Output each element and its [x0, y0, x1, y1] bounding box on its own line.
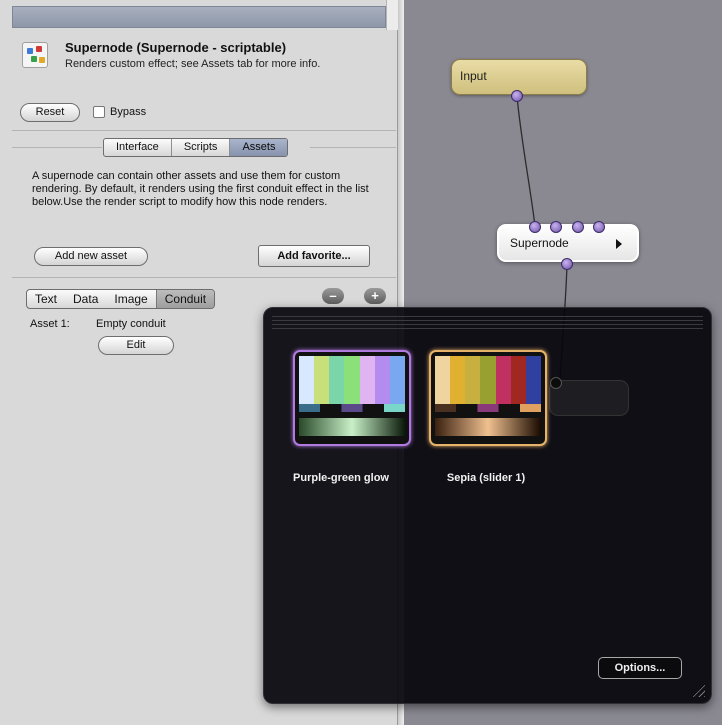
hud-title-bar[interactable]: [272, 316, 703, 330]
input-node-label: Input: [460, 69, 487, 83]
add-favorite-button[interactable]: Add favorite...: [258, 245, 370, 267]
remove-asset-button[interactable]: –: [322, 288, 344, 304]
inspector-scrollbar[interactable]: [386, 0, 398, 30]
favorite-caption: Sepia (slider 1): [446, 472, 526, 484]
favorite-caption: Purple-green glow: [293, 472, 389, 484]
resize-grip-icon[interactable]: [691, 683, 705, 697]
supernode-node-label: Supernode: [510, 236, 569, 250]
tab-assets[interactable]: Assets: [230, 139, 288, 156]
asset-type-data[interactable]: Data: [65, 290, 106, 308]
color-bars-image: [435, 356, 541, 404]
tab-scripts[interactable]: Scripts: [172, 139, 231, 156]
supernode-icon: [22, 42, 48, 68]
hud-background-port: [550, 377, 562, 389]
asset-row-value: Empty conduit: [96, 318, 166, 330]
bypass-checkbox[interactable]: [93, 106, 105, 118]
asset-type-conduit[interactable]: Conduit: [155, 290, 215, 308]
supernode-input-port[interactable]: [550, 221, 562, 233]
disclosure-arrow-icon[interactable]: [616, 239, 622, 249]
divider: [12, 277, 396, 278]
inspector-tabs: Interface Scripts Assets: [103, 138, 289, 157]
favorite-thumbnail-sepia[interactable]: [429, 350, 547, 446]
asset-row-label: Asset 1:: [30, 318, 70, 330]
inspector-header-bar: [12, 6, 386, 28]
node-description: Renders custom effect; see Assets tab fo…: [65, 58, 321, 70]
divider: [12, 147, 102, 148]
divider: [12, 130, 396, 131]
supernode-input-port[interactable]: [529, 221, 541, 233]
reset-button[interactable]: Reset: [20, 103, 80, 122]
options-button[interactable]: Options...: [598, 657, 682, 679]
add-new-asset-button[interactable]: Add new asset: [34, 247, 148, 266]
supernode-output-port[interactable]: [561, 258, 573, 270]
asset-type-text[interactable]: Text: [27, 290, 65, 308]
supernode-node[interactable]: Supernode: [497, 224, 639, 262]
assets-description: A supernode can contain other assets and…: [32, 170, 369, 208]
edit-asset-button[interactable]: Edit: [98, 336, 174, 355]
add-asset-button[interactable]: +: [364, 288, 386, 304]
divider: [310, 147, 396, 148]
asset-type-image[interactable]: Image: [106, 290, 155, 308]
bypass-label: Bypass: [110, 106, 147, 118]
tab-interface[interactable]: Interface: [104, 139, 172, 156]
favorite-thumbnail-purple-green-glow[interactable]: [293, 350, 411, 446]
input-output-port[interactable]: [511, 90, 523, 102]
supernode-input-port[interactable]: [572, 221, 584, 233]
asset-type-selector: Text Data Image Conduit: [26, 289, 216, 309]
favorites-hud: Purple-green glow Sepia (slider 1) Optio…: [263, 307, 712, 704]
supernode-input-port[interactable]: [593, 221, 605, 233]
node-title: Supernode (Supernode - scriptable): [65, 40, 287, 55]
color-bars-image: [299, 356, 405, 404]
